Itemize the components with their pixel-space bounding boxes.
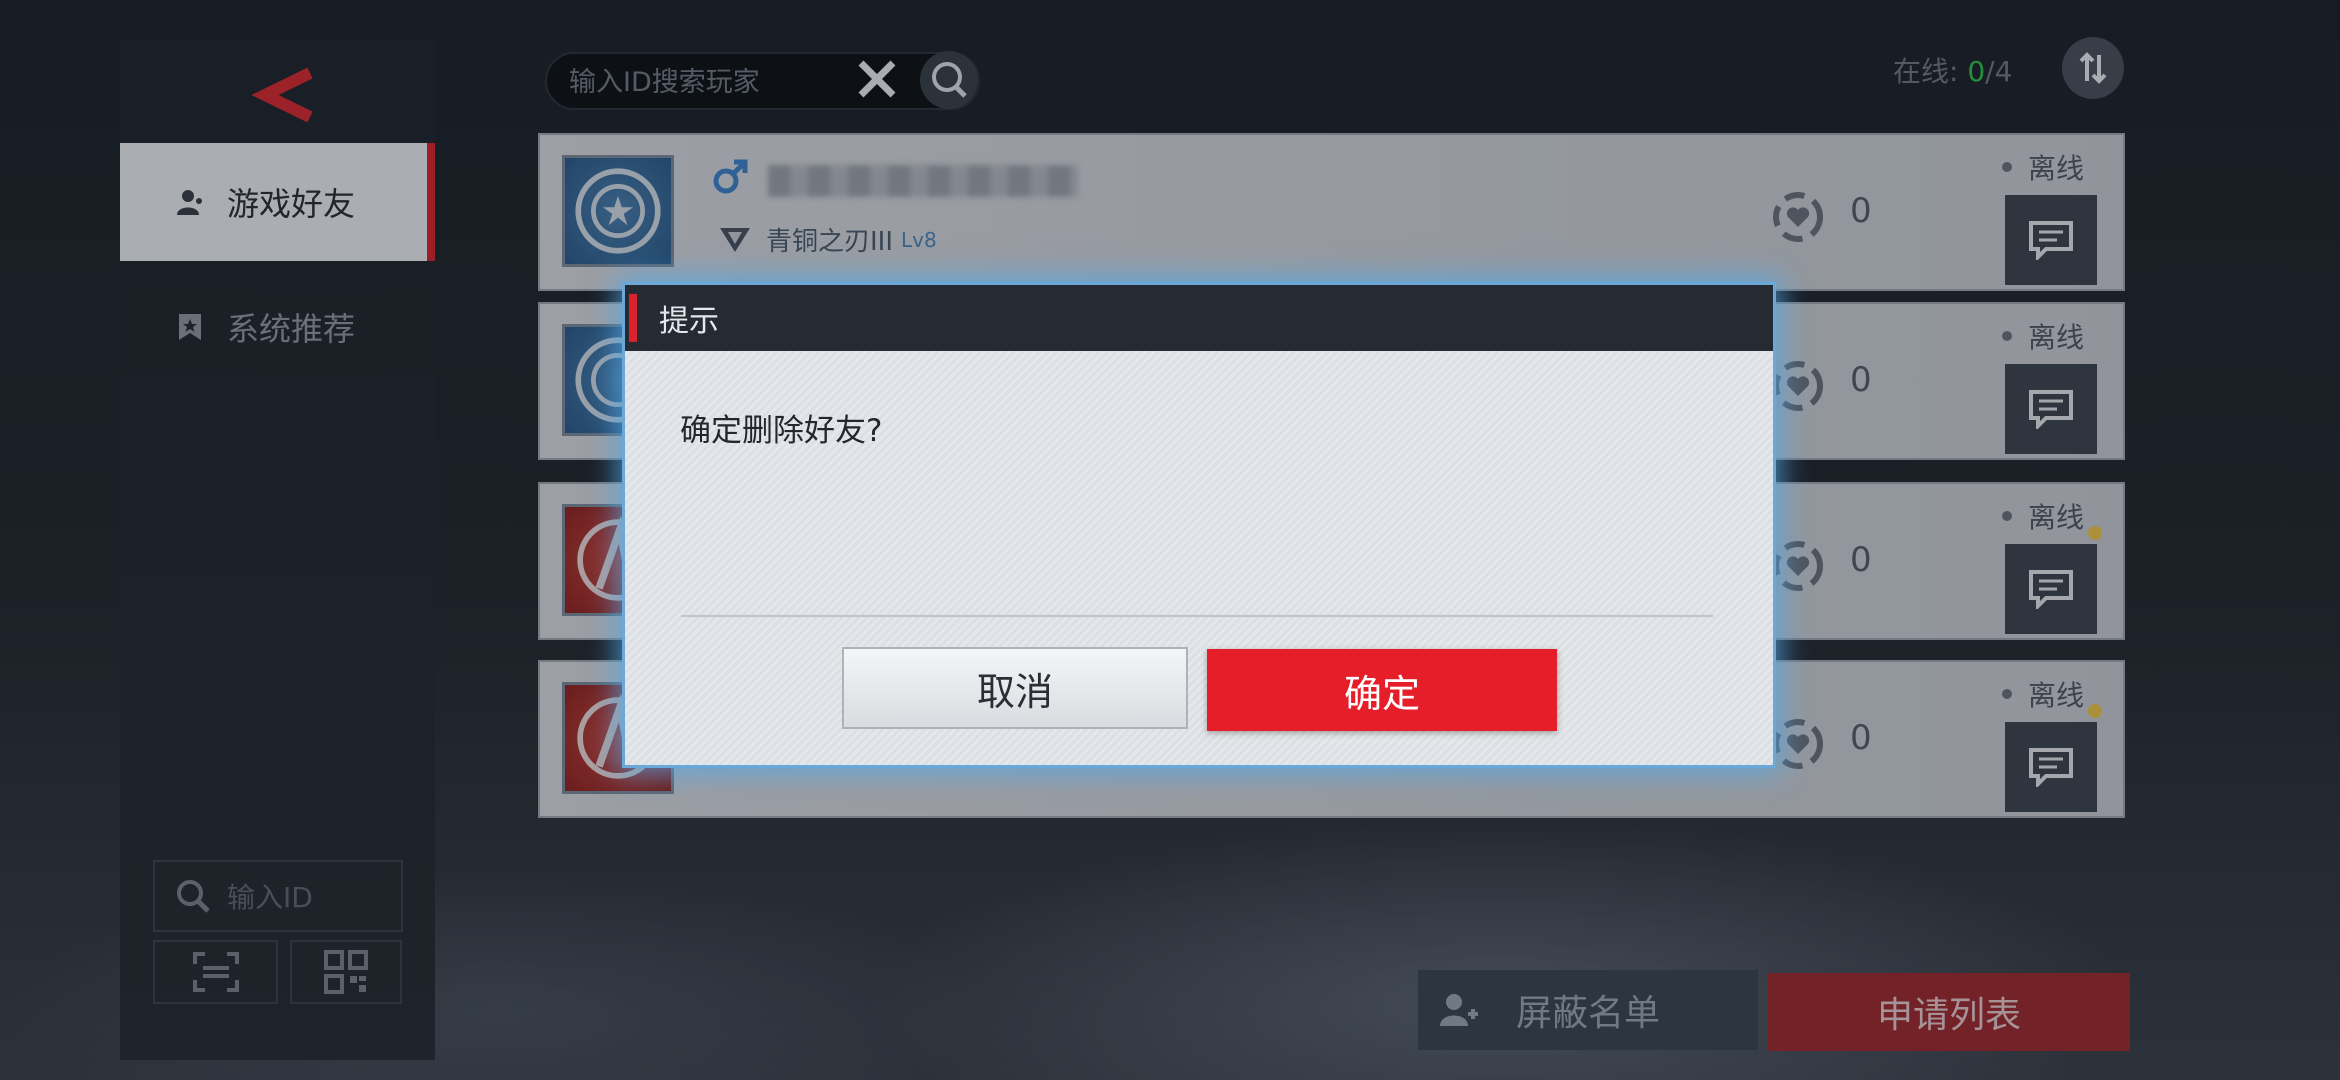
dialog-accent-bar bbox=[629, 294, 637, 342]
dialog-header: 提示 bbox=[625, 285, 1773, 351]
dialog-divider bbox=[681, 615, 1713, 617]
confirm-dialog: 提示 确定删除好友? 取消 确定 bbox=[625, 285, 1773, 765]
dialog-message: 确定删除好友? bbox=[680, 413, 883, 449]
cancel-button[interactable]: 取消 bbox=[842, 647, 1188, 729]
confirm-button[interactable]: 确定 bbox=[1207, 649, 1557, 731]
dialog-title: 提示 bbox=[659, 304, 719, 339]
